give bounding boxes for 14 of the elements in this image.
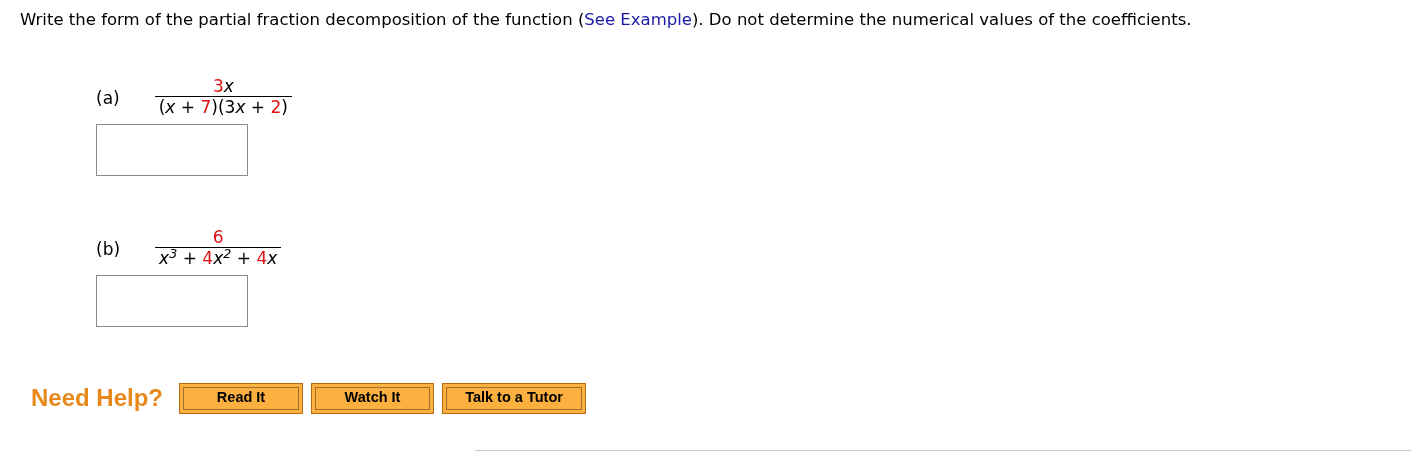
need-help-label: Need Help?: [31, 383, 164, 413]
answer-field[interactable]: [96, 275, 248, 327]
fraction-numerator: 6: [211, 227, 225, 247]
help-button[interactable]: Watch It: [311, 382, 435, 414]
part-label: (a): [96, 87, 120, 110]
help-button[interactable]: Read It: [179, 382, 304, 414]
fraction-numerator: 3x: [211, 76, 235, 96]
instructions-text: Write the form of the partial fraction decomposition of the function (See Example). Do not determine the numerical values of the coefficients.: [20, 9, 1192, 31]
see-example-link[interactable]: See Example: [584, 10, 692, 29]
answer-field[interactable]: [96, 124, 248, 176]
part-label: (b): [96, 238, 121, 261]
fraction-denominator: (x + 7)(3x + 2): [157, 97, 289, 117]
help-button[interactable]: Talk to a Tutor: [442, 382, 587, 414]
fraction-denominator: x$^{3}$ + 4x$^{2}$ + 4x: [158, 248, 279, 268]
